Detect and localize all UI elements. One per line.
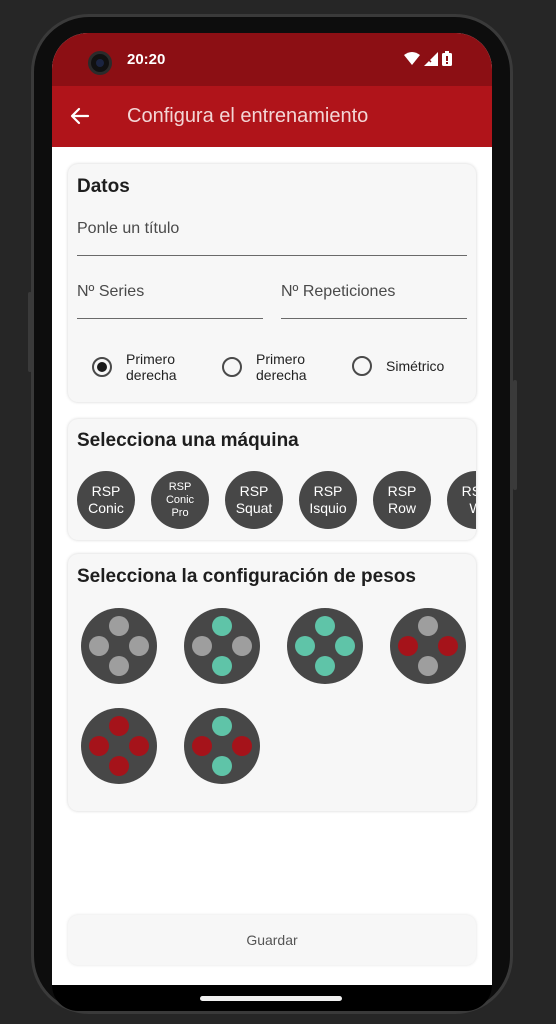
weight-dot bbox=[89, 636, 109, 656]
repetitions-input[interactable]: Nº Repeticiones bbox=[281, 283, 467, 319]
radio-label: Simétrico bbox=[386, 358, 445, 374]
machine-heading: Selecciona una máquina bbox=[77, 430, 299, 451]
weight-dot bbox=[212, 616, 232, 636]
weight-dot bbox=[89, 736, 109, 756]
datos-heading: Datos bbox=[77, 176, 130, 197]
series-input[interactable]: Nº Series bbox=[77, 283, 263, 319]
machine-rsp-conic-pro[interactable]: RSP Conic Pro bbox=[151, 471, 209, 529]
radio-button[interactable] bbox=[222, 357, 242, 377]
weight-config-option[interactable] bbox=[390, 608, 466, 684]
battery-icon bbox=[442, 51, 452, 66]
weight-dot bbox=[232, 736, 252, 756]
weight-dot bbox=[212, 656, 232, 676]
radio-button[interactable] bbox=[352, 356, 372, 376]
weight-config-option[interactable] bbox=[184, 708, 260, 784]
radio-option-2[interactable]: Primero derecha bbox=[222, 351, 307, 383]
weight-dot bbox=[232, 636, 252, 656]
weight-dot bbox=[212, 756, 232, 776]
machine-rsp-isquio[interactable]: RSP Isquio bbox=[299, 471, 357, 529]
radio-label: Primero derecha bbox=[256, 351, 307, 383]
weight-dot bbox=[109, 656, 129, 676]
back-arrow-icon[interactable] bbox=[68, 104, 92, 128]
page-title: Configura el entrenamiento bbox=[127, 105, 369, 127]
phone-side-button bbox=[28, 292, 32, 372]
machine-rsp-squat[interactable]: RSP Squat bbox=[225, 471, 283, 529]
app-bar: Configura el entrenamiento bbox=[52, 86, 492, 147]
weight-dot bbox=[109, 616, 129, 636]
weight-dot bbox=[335, 636, 355, 656]
home-indicator[interactable] bbox=[200, 996, 342, 1001]
weight-dot bbox=[418, 616, 438, 636]
radio-button-checked[interactable] bbox=[92, 357, 112, 377]
weight-config-option[interactable] bbox=[81, 608, 157, 684]
save-button[interactable]: Guardar bbox=[68, 915, 476, 965]
weight-dot bbox=[315, 616, 335, 636]
weight-config-option[interactable] bbox=[287, 608, 363, 684]
weight-dot bbox=[109, 756, 129, 776]
weight-dot bbox=[295, 636, 315, 656]
weight-dot bbox=[398, 636, 418, 656]
radio-option-3[interactable]: Simétrico bbox=[352, 356, 444, 376]
status-bar: 20:20 bbox=[52, 33, 492, 86]
weight-dot bbox=[212, 716, 232, 736]
machine-rsp-row[interactable]: RSP Row bbox=[373, 471, 431, 529]
weight-dot bbox=[418, 656, 438, 676]
screen: 20:20 Configura el entrenamiento Datos P… bbox=[52, 33, 492, 985]
phone-side-button bbox=[513, 380, 517, 490]
weight-dot bbox=[438, 636, 458, 656]
radio-option-1[interactable]: Primero derecha bbox=[92, 351, 177, 383]
status-icons bbox=[404, 51, 452, 66]
weights-heading: Selecciona la configuración de pesos bbox=[77, 566, 416, 587]
weight-dot bbox=[109, 716, 129, 736]
wifi-icon bbox=[404, 51, 420, 65]
weights-card: Selecciona la configuración de pesos bbox=[68, 554, 476, 811]
front-camera bbox=[88, 51, 112, 75]
title-input[interactable]: Ponle un título bbox=[77, 220, 467, 256]
weight-dot bbox=[315, 656, 335, 676]
weight-dot bbox=[192, 736, 212, 756]
weight-dot bbox=[129, 636, 149, 656]
weight-dot bbox=[129, 736, 149, 756]
machine-rsp-conic[interactable]: RSP Conic bbox=[77, 471, 135, 529]
weight-config-option[interactable] bbox=[184, 608, 260, 684]
weight-config-option[interactable] bbox=[81, 708, 157, 784]
datos-card: Datos Ponle un título Nº Series Nº Repet… bbox=[68, 164, 476, 402]
machine-rsp-w[interactable]: RSPW bbox=[447, 471, 476, 529]
status-time: 20:20 bbox=[127, 51, 166, 68]
weight-dot bbox=[192, 636, 212, 656]
machine-card: Selecciona una máquina RSP Conic RSP Conic… bbox=[68, 419, 476, 540]
radio-label: Primero derecha bbox=[126, 351, 177, 383]
signal-icon bbox=[424, 51, 438, 66]
